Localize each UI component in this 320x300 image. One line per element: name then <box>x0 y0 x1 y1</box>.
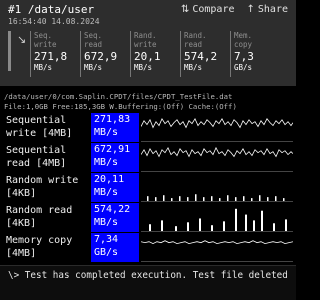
test-file-details: File:1,0GB Free:185,3GB W.Buffering:(Off… <box>4 102 237 111</box>
test-result-value: 672,91 <box>94 144 131 155</box>
summary-rand-write: Rand. write 20,1 MB/s <box>130 31 180 77</box>
share-label: Share <box>257 4 288 15</box>
throughput-graph-rand-write <box>141 194 293 202</box>
test-name-line: Memory copy <box>6 235 73 246</box>
summary-value: 574,2 <box>184 50 218 63</box>
test-name: Random read [4KB] <box>6 204 90 230</box>
test-file-info: /data/user/0/com.Saplin.CPDT/files/CPDT_… <box>4 92 237 112</box>
test-name-line: [4MB] <box>6 248 37 259</box>
test-name-line: Random read <box>6 205 73 216</box>
results-header: #1 /data/user 16:54:40 14.08.2024 ⇅ Comp… <box>0 0 296 86</box>
summary-rand-read: Rand. read 574,2 MB/s <box>180 31 230 77</box>
test-result-unit: GB/s <box>94 247 119 258</box>
test-file-path: /data/user/0/com.Saplin.CPDT/files/CPDT_… <box>4 92 233 101</box>
test-result-unit: MB/s <box>94 187 119 198</box>
test-result-unit: MB/s <box>94 217 119 228</box>
summary-seq-read: Seq. read 672,9 MB/s <box>80 31 130 77</box>
throughput-graph-seq-write <box>141 117 293 142</box>
test-name-line: Sequential <box>6 115 67 126</box>
summary-unit: MB/s <box>84 63 103 72</box>
test-result-unit: MB/s <box>94 157 119 168</box>
summary-unit: MB/s <box>134 63 153 72</box>
test-result: 271,83 MB/s <box>91 113 139 142</box>
summary-mem-copy: Mem. copy 7,3 GB/s <box>230 31 280 77</box>
console-output: \> Test has completed execution. Test fi… <box>0 265 296 300</box>
test-result-value: 574,22 <box>94 204 131 215</box>
summary-icon: ↘ <box>8 31 30 71</box>
test-row-rand-write: Random write [4KB] 20,11 MB/s <box>0 173 296 202</box>
test-name: Sequential write [4MB] <box>6 114 90 140</box>
summary-value: 271,8 <box>34 50 68 63</box>
summary-seq-write: Seq. write 271,8 MB/s <box>30 31 80 77</box>
summary-label: Rand. <box>134 31 157 40</box>
test-name-line: write [4MB] <box>6 128 73 139</box>
test-name-line: [4KB] <box>6 218 37 229</box>
result-title: #1 /data/user <box>8 3 95 16</box>
summary-label: write <box>134 40 157 49</box>
result-timestamp: 16:54:40 14.08.2024 <box>8 17 100 26</box>
summary-label: copy <box>234 40 253 49</box>
throughput-graph-mem-copy <box>141 240 293 262</box>
throughput-graph-seq-read <box>141 146 293 172</box>
summary-unit: MB/s <box>184 63 203 72</box>
test-row-seq-read: Sequential read [4MB] 672,91 MB/s <box>0 143 296 172</box>
throughput-graph-rand-read <box>141 208 293 232</box>
test-name: Memory copy [4MB] <box>6 234 90 260</box>
console-message: \> Test has completed execution. Test fi… <box>8 270 288 281</box>
header-actions: ⇅ Compare ↑ Share <box>181 4 288 15</box>
test-result: 574,22 MB/s <box>91 203 139 232</box>
test-name-line: read [4MB] <box>6 158 67 169</box>
compare-label: Compare <box>192 4 235 15</box>
summary-value: 20,1 <box>134 50 161 63</box>
test-result-value: 20,11 <box>94 174 125 185</box>
test-name-line: [4KB] <box>6 188 37 199</box>
summary-unit: MB/s <box>34 63 53 72</box>
summary-label: read <box>84 40 103 49</box>
test-row-seq-write: Sequential write [4MB] 271,83 MB/s <box>0 113 296 142</box>
summary-value: 7,3 <box>234 50 254 63</box>
summary-label: write <box>34 40 57 49</box>
test-result-unit: MB/s <box>94 127 119 138</box>
test-name-line: Sequential <box>6 145 67 156</box>
test-name: Sequential read [4MB] <box>6 144 90 170</box>
summary-strip: ↘ Seq. write 271,8 MB/s Seq. read 672,9 … <box>8 31 280 77</box>
share-button[interactable]: ↑ Share <box>247 4 289 15</box>
test-result: 7,34 GB/s <box>91 233 139 262</box>
compare-icon: ⇅ <box>180 4 190 15</box>
summary-label: Seq. <box>34 31 53 40</box>
summary-label: read <box>184 40 203 49</box>
summary-label: Rand. <box>184 31 207 40</box>
test-row-rand-read: Random read [4KB] 574,22 MB/s <box>0 203 296 232</box>
test-result: 20,11 MB/s <box>91 173 139 202</box>
summary-unit: GB/s <box>234 63 253 72</box>
test-name-line: Random write <box>6 175 79 186</box>
share-icon: ↑ <box>246 4 255 15</box>
compare-button[interactable]: ⇅ Compare <box>181 4 235 15</box>
summary-label: Mem. <box>234 31 253 40</box>
sequential-arrow-icon: ↘ <box>17 33 27 46</box>
test-result-value: 271,83 <box>94 114 131 125</box>
test-row-mem-copy: Memory copy [4MB] 7,34 GB/s <box>0 233 296 262</box>
summary-label: Seq. <box>84 31 103 40</box>
test-result: 672,91 MB/s <box>91 143 139 172</box>
test-result-value: 7,34 <box>94 234 119 245</box>
summary-value: 672,9 <box>84 50 118 63</box>
test-name: Random write [4KB] <box>6 174 90 200</box>
